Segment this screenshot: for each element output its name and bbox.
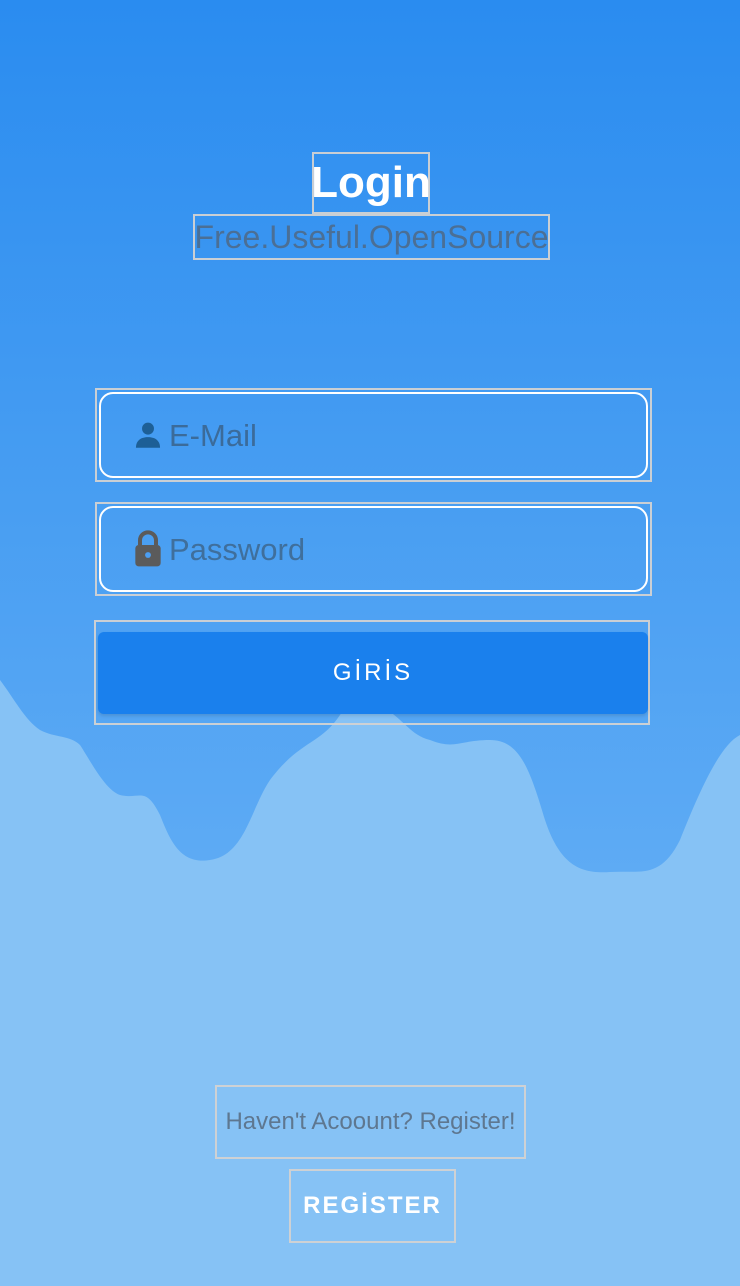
- email-field-container: E-Mail: [95, 388, 652, 482]
- register-button[interactable]: REGİSTER: [289, 1169, 456, 1243]
- email-field[interactable]: E-Mail: [99, 392, 648, 478]
- no-account-link[interactable]: Haven't Acoount? Register!: [215, 1085, 526, 1159]
- password-placeholder: Password: [169, 531, 306, 567]
- lock-icon: [131, 529, 165, 569]
- login-button-container: GİRİS: [94, 620, 650, 725]
- person-icon: [131, 415, 165, 455]
- login-button[interactable]: GİRİS: [98, 632, 648, 714]
- page-subtitle: Free.Useful.OpenSource: [193, 214, 550, 260]
- password-field[interactable]: Password: [99, 506, 648, 592]
- page-title: Login: [311, 152, 431, 214]
- password-field-container: Password: [95, 502, 652, 596]
- login-screen: Login Free.Useful.OpenSource E-Mail Pass…: [0, 0, 740, 1286]
- email-placeholder: E-Mail: [169, 417, 257, 453]
